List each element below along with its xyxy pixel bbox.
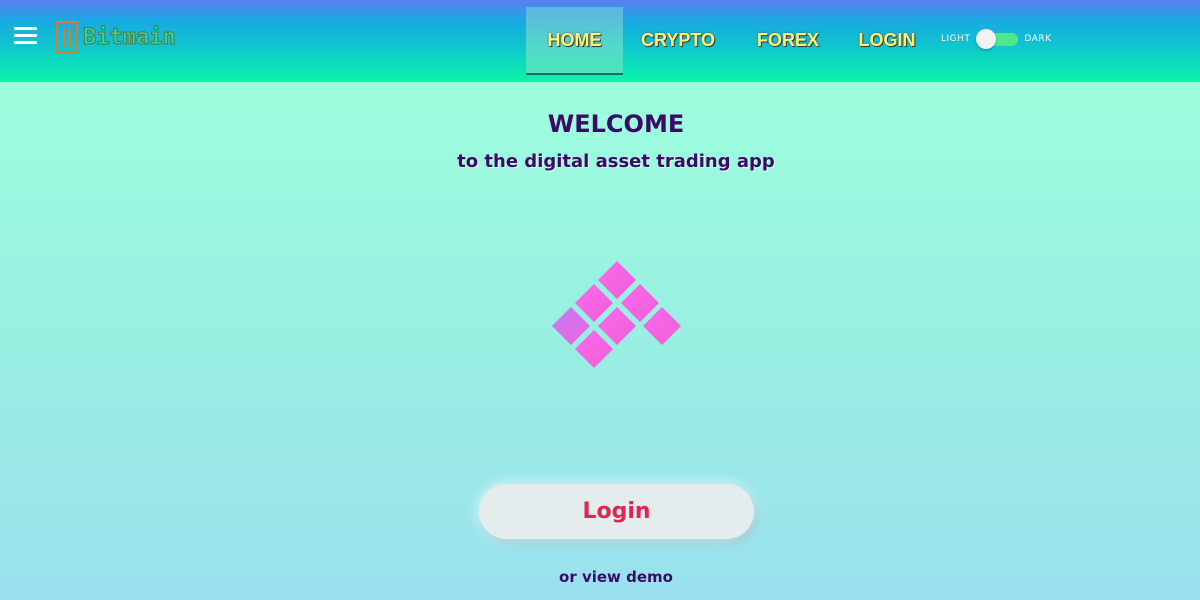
nav-login[interactable]: LOGIN	[857, 7, 917, 75]
welcome-subtitle: to the digital asset trading app	[457, 151, 775, 172]
hamburger-menu-icon[interactable]	[14, 27, 37, 45]
theme-toggle: LIGHT DARK	[941, 29, 1052, 49]
logo-tile	[575, 284, 613, 322]
theme-light-label: LIGHT	[941, 34, 971, 44]
theme-dark-label: DARK	[1024, 34, 1052, 44]
welcome-title: WELCOME	[547, 110, 685, 138]
theme-switch-knob[interactable]	[976, 29, 997, 49]
circuit-phone-logo-icon	[56, 21, 78, 53]
logo-tile	[598, 261, 636, 299]
theme-switch[interactable]	[976, 29, 1019, 49]
logo-tile	[598, 307, 636, 345]
logo-tile	[575, 330, 613, 368]
top-navbar: Bitmain HOME CRYPTO FOREX LOGIN LIGHT DA…	[0, 0, 1200, 82]
nav-home[interactable]: HOME	[526, 7, 623, 75]
view-demo-link[interactable]: or view demo	[0, 568, 1200, 586]
brand-name: Bitmain	[83, 24, 177, 50]
logo-tile	[552, 307, 590, 345]
nav-forex[interactable]: FOREX	[754, 7, 822, 75]
diamond-tiles-logo-icon	[552, 261, 681, 368]
brand-logo[interactable]: Bitmain	[56, 20, 176, 54]
nav-crypto[interactable]: CRYPTO	[640, 7, 716, 75]
login-button[interactable]: Login	[479, 484, 754, 539]
